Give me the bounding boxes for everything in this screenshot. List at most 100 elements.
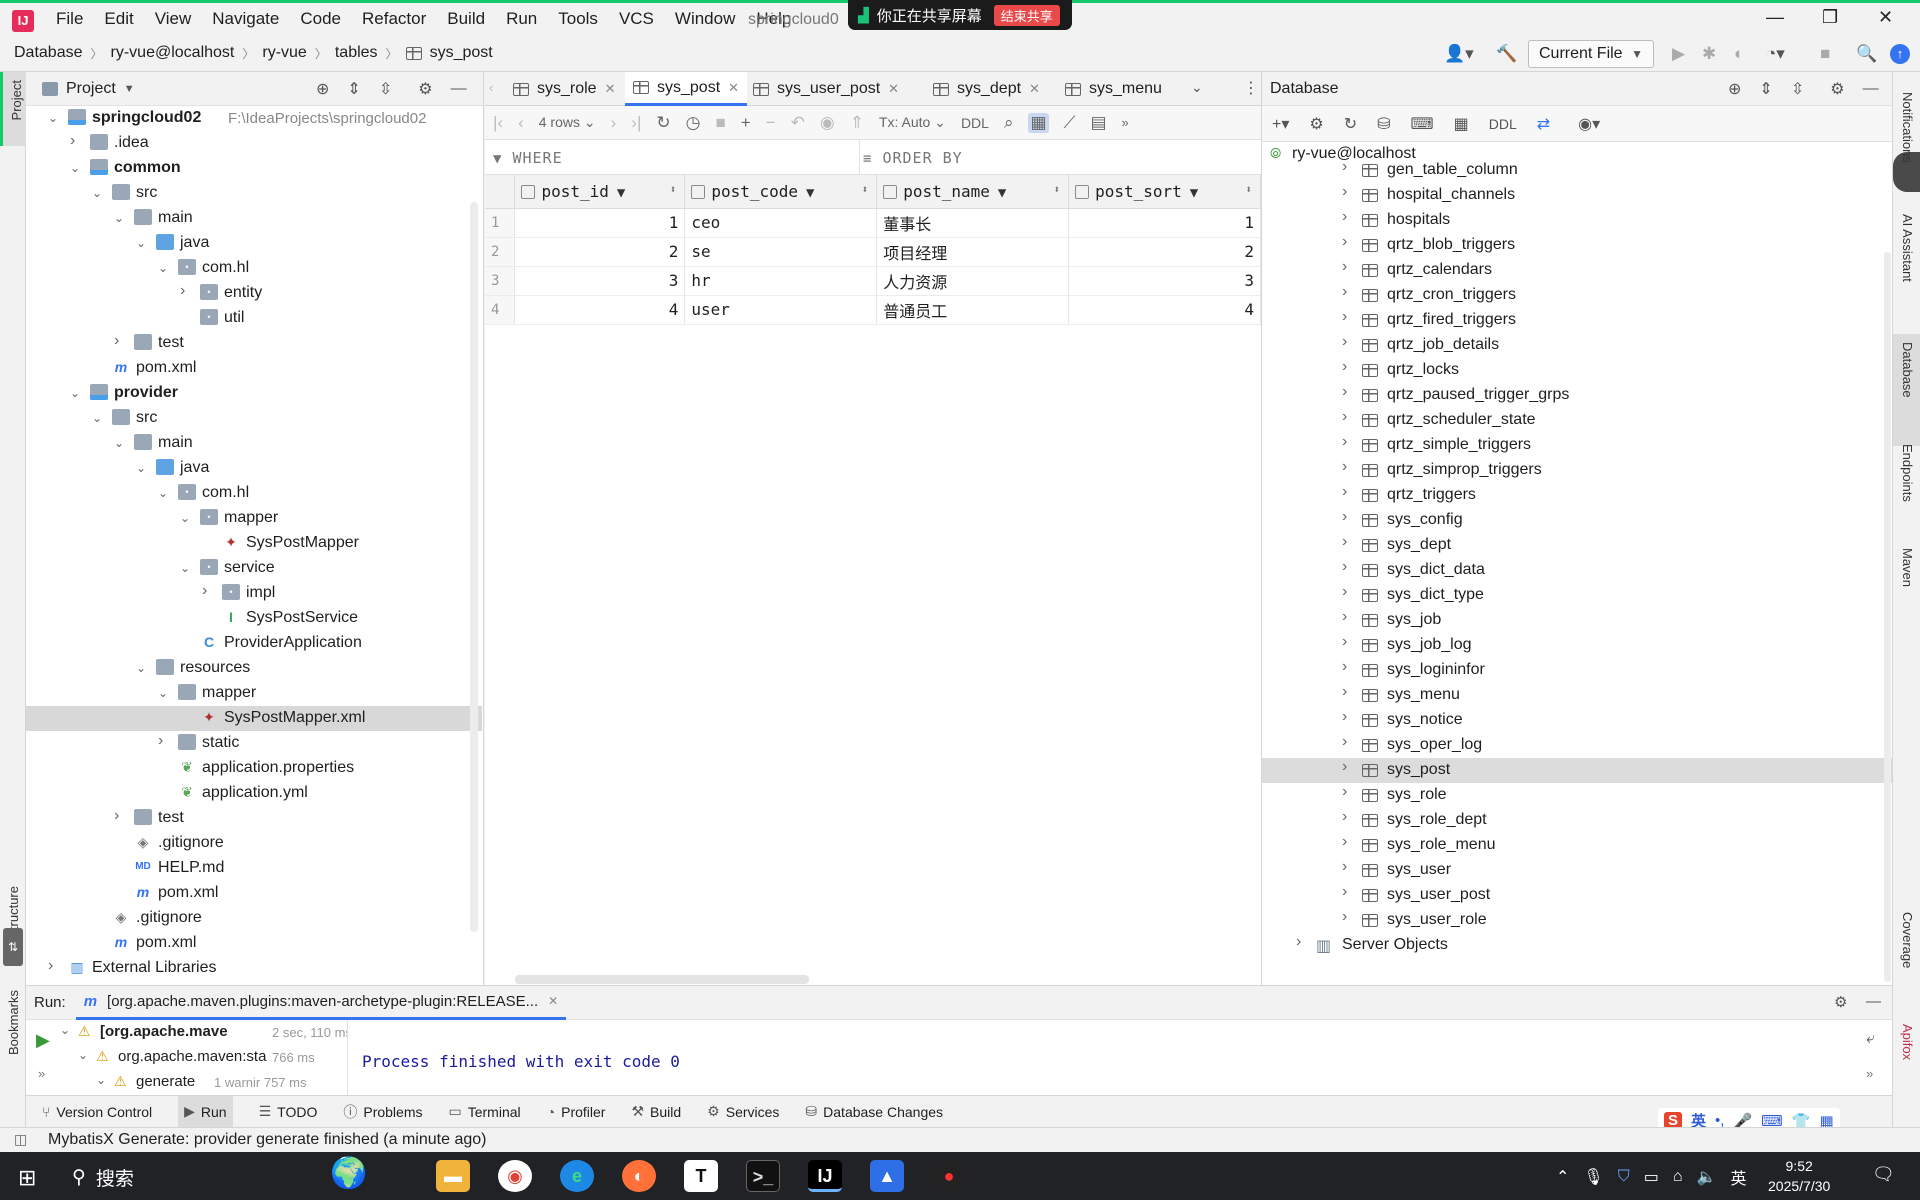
sort-icon[interactable]: ⬍: [670, 183, 677, 196]
notifications-tool-label[interactable]: Notifications: [1900, 92, 1915, 163]
db-table-sys-role-menu[interactable]: › sys_role_menu: [1262, 833, 1892, 858]
table-cell[interactable]: 人力资源: [876, 266, 1070, 296]
db-table-qrtz-job-details[interactable]: › qrtz_job_details: [1262, 333, 1892, 358]
screenshot-app-icon[interactable]: ▲: [870, 1160, 904, 1192]
stop-share-button[interactable]: 结束共享: [993, 4, 1060, 26]
breadcrumb-item[interactable]: ry-vue@localhost: [111, 44, 235, 62]
chevron-down-icon[interactable]: ⌄: [180, 511, 194, 525]
tree-item[interactable]: m pom.xml: [26, 356, 482, 381]
tab-sys-user-post[interactable]: sys_user_post ✕: [745, 72, 907, 106]
chevron-right-icon[interactable]: ›: [202, 582, 216, 600]
restore-icon[interactable]: ❐: [1822, 7, 1838, 28]
table-cell[interactable]: se: [684, 237, 878, 267]
db-table-gen-table-column[interactable]: › gen_table_column: [1262, 158, 1892, 183]
chevron-right-icon[interactable]: ›: [1342, 758, 1347, 776]
bottom-tab-build[interactable]: ⚒ Build: [631, 1096, 681, 1128]
rerun-icon[interactable]: ▶: [36, 1030, 50, 1051]
console-icon[interactable]: ⌨: [1411, 114, 1434, 134]
tray-expand-icon[interactable]: ⌃: [1556, 1167, 1569, 1187]
sort-icon[interactable]: ⬍: [1053, 183, 1060, 196]
chevron-right-icon[interactable]: ›: [1342, 483, 1347, 501]
table-cell[interactable]: 1: [514, 208, 686, 238]
more-actions-icon[interactable]: »: [1122, 115, 1129, 130]
database-tool-label[interactable]: Database: [1900, 342, 1915, 398]
shield-icon[interactable]: ⛉: [1618, 1168, 1630, 1186]
chevron-right-icon[interactable]: ›: [1342, 608, 1347, 626]
hide-icon[interactable]: —: [1866, 993, 1881, 1010]
more-icon[interactable]: »: [38, 1066, 45, 1081]
chevron-down-icon[interactable]: ⌄: [60, 1023, 70, 1037]
run-config-select[interactable]: Current File ▼: [1528, 40, 1654, 68]
rows-count-select[interactable]: 4 rows ⌄: [539, 114, 596, 131]
chevron-down-icon[interactable]: ⌄: [78, 1048, 88, 1062]
table-row[interactable]: 1 1 ceo 董事长 1: [485, 208, 1261, 238]
db-table-sys-post[interactable]: › sys_post: [1262, 758, 1892, 783]
debug-icon[interactable]: ✱: [1702, 44, 1716, 64]
db-table-qrtz-scheduler-state[interactable]: › qrtz_scheduler_state: [1262, 408, 1892, 433]
tree-item[interactable]: › test: [26, 806, 482, 831]
locate-icon[interactable]: ⊕: [1728, 79, 1741, 99]
table-view-icon[interactable]: ▦: [1454, 114, 1469, 134]
db-table-sys-role-dept[interactable]: › sys_role_dept: [1262, 808, 1892, 833]
menu-file[interactable]: File: [56, 9, 83, 29]
chevron-right-icon[interactable]: ›: [1342, 233, 1347, 251]
tab-sys-menu[interactable]: sys_menu: [1057, 72, 1170, 106]
tree-item[interactable]: ❦ application.yml: [26, 781, 482, 806]
search-icon[interactable]: ⌕: [1004, 113, 1014, 133]
chevron-down-icon[interactable]: ⌄: [114, 436, 128, 450]
menu-build[interactable]: Build: [447, 9, 485, 29]
db-table-sys-config[interactable]: › sys_config: [1262, 508, 1892, 533]
chevron-right-icon[interactable]: ›: [1342, 683, 1347, 701]
order-by-input[interactable]: ≡ ORDER BY: [863, 149, 963, 167]
table-cell[interactable]: 3: [514, 266, 686, 296]
chevron-down-icon[interactable]: ⌄: [114, 211, 128, 225]
close-icon[interactable]: ✕: [605, 81, 616, 97]
chevron-down-icon[interactable]: ⌄: [70, 161, 84, 175]
sort-icon[interactable]: ⬍: [1245, 183, 1252, 196]
stop-query-icon[interactable]: ■: [715, 113, 725, 133]
bottom-tab-services[interactable]: ⚙ Services: [707, 1096, 779, 1128]
tree-item[interactable]: ◈ .gitignore: [26, 831, 482, 856]
chevron-right-icon[interactable]: ›: [1342, 708, 1347, 726]
stop-icon[interactable]: ■: [1820, 44, 1830, 64]
chevron-right-icon[interactable]: ›: [1342, 733, 1347, 751]
input-language-label[interactable]: 英: [1730, 1165, 1746, 1189]
close-icon[interactable]: ✕: [728, 80, 739, 96]
chevron-down-icon[interactable]: ⌄: [48, 111, 62, 125]
collapse-all-icon[interactable]: ⇳: [379, 79, 392, 99]
db-table-qrtz-simple-triggers[interactable]: › qrtz_simple_triggers: [1262, 433, 1892, 458]
column-header-post-sort[interactable]: post_sort ▼ ⬍: [1068, 175, 1261, 209]
tree-item[interactable]: › .idea: [26, 131, 482, 156]
layout-icon[interactable]: ◫: [14, 1131, 27, 1148]
grid-settings-icon[interactable]: ▤: [1090, 113, 1106, 133]
chevron-right-icon[interactable]: ›: [1342, 508, 1347, 526]
bottom-tab-run[interactable]: ▶ Run: [178, 1095, 233, 1128]
submit-icon[interactable]: ⇑: [850, 113, 864, 133]
menu-window[interactable]: Window: [675, 9, 735, 29]
chevron-right-icon[interactable]: ›: [1342, 333, 1347, 351]
terminal-icon[interactable]: >_: [746, 1160, 780, 1192]
hide-icon[interactable]: —: [451, 80, 467, 98]
db-table-sys-notice[interactable]: › sys_notice: [1262, 708, 1892, 733]
db-table-qrtz-blob-triggers[interactable]: › qrtz_blob_triggers: [1262, 233, 1892, 258]
table-cell[interactable]: 普通员工: [876, 295, 1070, 325]
weather-widget-icon[interactable]: 🌍: [330, 1156, 367, 1191]
properties-icon[interactable]: ⚙: [1309, 114, 1323, 134]
project-scrollbar[interactable]: [470, 202, 478, 932]
chevron-right-icon[interactable]: ›: [114, 332, 128, 350]
chevron-down-icon[interactable]: ⌄: [92, 186, 106, 200]
tree-item[interactable]: › ▥ External Libraries: [26, 956, 482, 981]
menu-edit[interactable]: Edit: [104, 9, 133, 29]
menu-navigate[interactable]: Navigate: [212, 9, 279, 29]
tree-item[interactable]: MD HELP.md: [26, 856, 482, 881]
chevron-down-icon[interactable]: ⌄: [158, 686, 172, 700]
table-row[interactable]: 3 3 hr 人力资源 3: [485, 266, 1261, 296]
menu-vcs[interactable]: VCS: [619, 9, 654, 29]
chevron-down-icon[interactable]: ⌄: [136, 461, 150, 475]
tree-item[interactable]: ⌄ common: [26, 156, 482, 181]
mic-icon[interactable]: 🎙: [1583, 1167, 1603, 1187]
run-icon[interactable]: ▶: [1672, 44, 1685, 64]
tree-item[interactable]: m pom.xml: [26, 931, 482, 956]
chevron-down-icon[interactable]: ⌄: [180, 561, 194, 575]
db-table-qrtz-calendars[interactable]: › qrtz_calendars: [1262, 258, 1892, 283]
